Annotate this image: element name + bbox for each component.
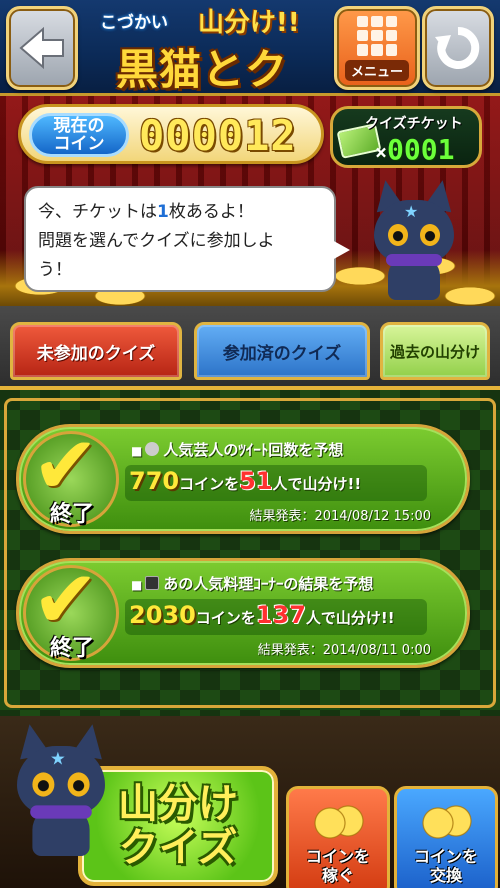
star-icon: ★: [50, 748, 66, 770]
tab-bar: 未参加のクイズ 参加済のクイズ 過去の山分け: [0, 306, 500, 386]
coins-icon: [310, 803, 366, 843]
exchange-coins-label: コインを 交換: [413, 847, 478, 885]
tab-past-splits[interactable]: 過去の山分け: [380, 322, 490, 380]
quiz-card[interactable]: ✔ 終了 ■ 人気芸人のﾂｲｰﾄ回数を予想 770コインを51人で山分け!! 結果…: [16, 424, 470, 534]
speech-bubble: 今、チケットは1枚あるよ！ 問題を選んでクイズに参加しよ う！: [24, 186, 350, 292]
coin-balance-label: 現在の コイン: [29, 113, 129, 157]
finished-badge: ✔ 終了: [23, 426, 119, 527]
coin-balance-panel: 現在の コイン 000012: [18, 104, 324, 164]
back-button[interactable]: [6, 6, 78, 90]
stage-area: 現在の コイン 000012 クイズチケット ×0001 今、チケットは1枚あるよ…: [0, 96, 500, 306]
status-label: 終了: [50, 502, 95, 527]
grid-icon: [357, 15, 397, 56]
split-quiz-label-2: クイズ: [118, 825, 238, 871]
black-cat-mascot-footer: ★: [6, 721, 116, 856]
ball-icon: [145, 442, 160, 456]
ticket-label: クイズチケット: [365, 116, 463, 132]
app-logo: こづかい 山分け!! 黒猫とクイズ: [86, 2, 328, 155]
exchange-icon: [418, 803, 474, 843]
star-icon: ★: [404, 202, 419, 221]
status-label: 終了: [50, 636, 95, 661]
menu-label: メニュー: [344, 59, 409, 81]
tv-icon: [145, 576, 160, 590]
checkmark-icon: ✔: [32, 553, 100, 646]
coin-balance-value: 000012: [139, 111, 297, 160]
ticket-count: ×0001: [375, 133, 455, 166]
earn-coins-button[interactable]: コインを 稼ぐ: [286, 786, 390, 888]
footer-nav: 山分け クイズ ★ コインを 稼ぐ コインを 交換: [0, 716, 500, 888]
quiz-card[interactable]: ✔ 終了 ■ あの人気料理ｺｰﾅｰの結果を予想 2030コインを137人で山分け!…: [16, 558, 470, 668]
earn-coins-label: コインを 稼ぐ: [305, 847, 370, 885]
exchange-coins-button[interactable]: コインを 交換: [394, 786, 498, 888]
bubble-line-2: 問題を選んでクイズに参加しよ: [38, 231, 275, 251]
arrow-left-icon: [19, 26, 64, 70]
checkmark-icon: ✔: [32, 419, 100, 512]
header-bar: こづかい 山分け!! 黒猫とクイズ メニュー: [0, 0, 500, 155]
tab-joined-quizzes[interactable]: 参加済のクイズ: [194, 322, 370, 380]
tab-unjoined-quizzes[interactable]: 未参加のクイズ: [10, 322, 182, 380]
quiz-title: ■ あの人気料理ｺｰﾅｰの結果を予想: [131, 575, 374, 593]
bubble-line-3: う！: [38, 260, 72, 280]
quiz-stats: 770コインを51人で山分け!!: [129, 467, 362, 495]
finished-badge: ✔ 終了: [23, 560, 119, 661]
result-date: 結果発表：2014/08/11 0:00: [257, 643, 431, 658]
quiz-list: ✔ 終了 ■ 人気芸人のﾂｲｰﾄ回数を予想 770コインを51人で山分け!! 結果…: [0, 386, 500, 716]
split-quiz-label-1: 山分け: [118, 781, 238, 827]
reload-button[interactable]: [422, 6, 494, 90]
ticket-panel: クイズチケット ×0001: [330, 106, 482, 168]
bubble-line-1: 今、チケットは1枚あるよ！: [38, 202, 254, 222]
menu-button[interactable]: メニュー: [334, 6, 420, 90]
logo-top-text: 山分け!!: [198, 8, 300, 38]
logo-small-text: こづかい: [100, 13, 168, 33]
black-cat-mascot: ★: [364, 177, 464, 300]
reload-icon: [435, 26, 480, 69]
result-date: 結果発表：2014/08/12 15:00: [249, 509, 431, 524]
quiz-stats: 2030コインを137人で山分け!!: [129, 601, 395, 629]
quiz-title: ■ 人気芸人のﾂｲｰﾄ回数を予想: [131, 441, 344, 459]
